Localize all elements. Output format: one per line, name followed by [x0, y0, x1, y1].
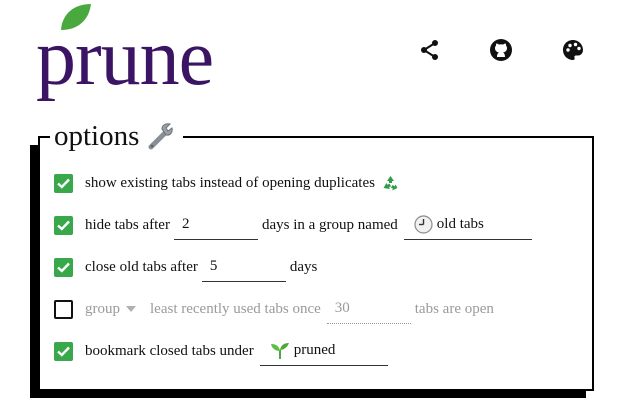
label-lru: least recently used tabs once [150, 300, 321, 317]
app-logo: prune [36, 14, 214, 102]
label-hide-tabs-after: hide tabs after [85, 216, 170, 233]
checkbox-lru[interactable] [54, 299, 73, 319]
label-days: days [289, 258, 318, 275]
clock-icon [414, 215, 433, 234]
lru-mode-value: group [85, 300, 120, 317]
label-days-in-group: days in a group named [261, 216, 398, 233]
lru-mode-select[interactable]: group [85, 301, 136, 318]
bookmark-folder-input[interactable]: pruned [259, 336, 388, 366]
checkbox-bookmark[interactable] [54, 341, 73, 361]
chevron-down-icon [126, 306, 136, 312]
option-row-close-tabs: close old tabs after 5 days [54, 252, 317, 282]
checkbox-show-existing[interactable] [54, 173, 73, 193]
group-name-input[interactable]: old tabs [403, 210, 532, 240]
label-tabs-open: tabs are open [414, 300, 494, 317]
close-days-input[interactable]: 5 [201, 252, 286, 282]
wrench-icon [148, 123, 174, 150]
palette-icon[interactable] [561, 38, 585, 62]
option-row-bookmark: bookmark closed tabs under pruned [54, 336, 392, 366]
label-close-old-tabs: close old tabs after [85, 258, 198, 275]
seedling-icon [270, 342, 289, 359]
label-bookmark: bookmark closed tabs under [85, 342, 254, 359]
github-icon[interactable] [489, 38, 513, 62]
label-show-existing: show existing tabs instead of opening du… [85, 174, 375, 191]
lru-count-input[interactable]: 30 [326, 294, 411, 324]
hide-days-value: 2 [181, 216, 190, 232]
bookmark-folder-value: pruned [293, 342, 336, 358]
option-row-show-existing: show existing tabs instead of opening du… [54, 168, 400, 198]
option-row-hide-tabs: hide tabs after 2 days in a group named … [54, 210, 536, 240]
share-icon[interactable] [418, 38, 442, 62]
options-title: options [54, 120, 140, 152]
hide-days-input[interactable]: 2 [173, 210, 258, 240]
close-days-value: 5 [209, 258, 218, 274]
checkbox-hide-tabs[interactable] [54, 215, 73, 235]
recycle-icon [383, 175, 398, 190]
option-row-lru: group least recently used tabs once 30 t… [54, 294, 494, 324]
group-name-value: old tabs [436, 216, 484, 232]
checkbox-close-tabs[interactable] [54, 257, 73, 277]
lru-count-value: 30 [334, 300, 350, 316]
options-legend: options [50, 118, 184, 154]
